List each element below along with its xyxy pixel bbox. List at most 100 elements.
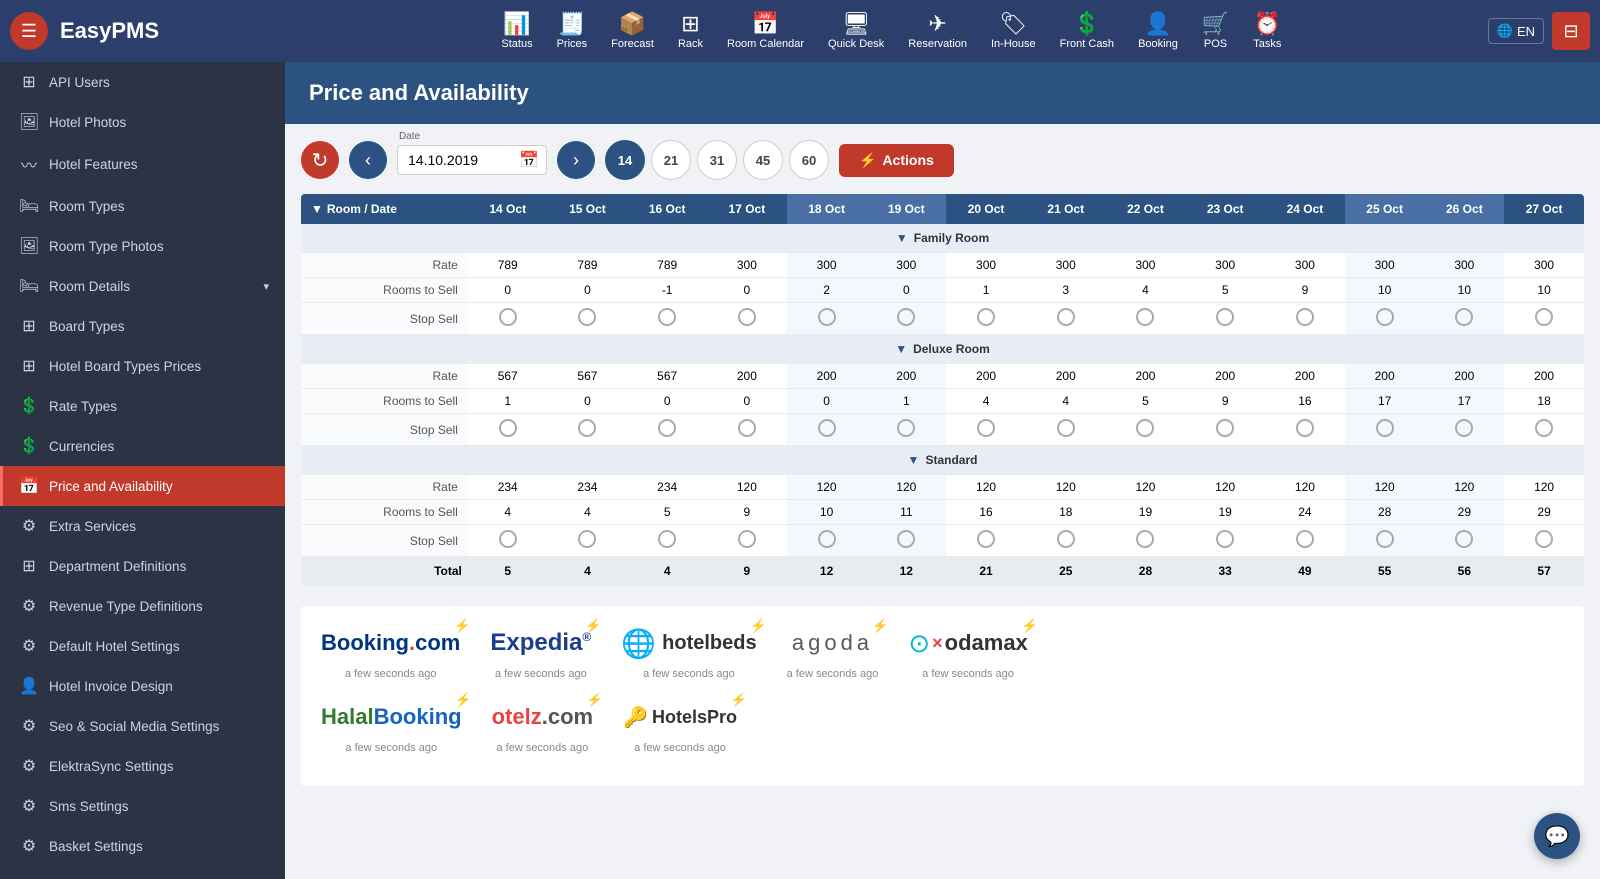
nav-item-pos[interactable]: 🛒POS: [1192, 9, 1239, 54]
nav-item-forecast[interactable]: 📦Forecast: [601, 9, 664, 54]
cell-0-2-11[interactable]: [1345, 303, 1425, 335]
stop-sell-checkbox-0-1[interactable]: [578, 308, 596, 326]
stop-sell-checkbox-2-6[interactable]: [977, 530, 995, 548]
sidebar-item-hotel_photos[interactable]: 🖼Hotel Photos: [0, 102, 285, 142]
sidebar-item-basket_settings[interactable]: ⚙Basket Settings: [0, 826, 285, 866]
cell-2-2-1[interactable]: [548, 525, 628, 557]
cell-1-2-7[interactable]: [1026, 414, 1106, 446]
stop-sell-checkbox-1-9[interactable]: [1216, 419, 1234, 437]
sidebar-item-department_definitions[interactable]: ⊞Department Definitions: [0, 546, 285, 586]
stop-sell-checkbox-1-13[interactable]: [1535, 419, 1553, 437]
sidebar-item-currencies[interactable]: 💲Currencies: [0, 426, 285, 466]
stop-sell-checkbox-0-6[interactable]: [977, 308, 995, 326]
stop-sell-checkbox-0-3[interactable]: [738, 308, 756, 326]
stop-sell-checkbox-2-8[interactable]: [1136, 530, 1154, 548]
stop-sell-checkbox-2-11[interactable]: [1376, 530, 1394, 548]
cell-1-2-12[interactable]: [1424, 414, 1504, 446]
nav-item-room_calendar[interactable]: 📅Room Calendar: [717, 9, 814, 54]
cell-1-2-13[interactable]: [1504, 414, 1584, 446]
stop-sell-checkbox-1-11[interactable]: [1376, 419, 1394, 437]
nav-item-booking[interactable]: 👤Booking: [1128, 9, 1188, 54]
stop-sell-checkbox-1-2[interactable]: [658, 419, 676, 437]
sidebar-item-room_type_photos[interactable]: 🖼Room Type Photos: [0, 226, 285, 266]
chat-bubble[interactable]: 💬: [1534, 813, 1580, 859]
stop-sell-checkbox-2-12[interactable]: [1455, 530, 1473, 548]
cell-0-2-2[interactable]: [627, 303, 707, 335]
language-button[interactable]: 🌐 EN: [1488, 18, 1544, 44]
stop-sell-checkbox-2-0[interactable]: [499, 530, 517, 548]
cell-0-2-7[interactable]: [1026, 303, 1106, 335]
sidebar-item-room_details[interactable]: 🛏Room Details▾: [0, 266, 285, 306]
cell-2-2-9[interactable]: [1185, 525, 1265, 557]
cell-2-2-11[interactable]: [1345, 525, 1425, 557]
nav-item-tasks[interactable]: ⏰Tasks: [1243, 9, 1291, 54]
stop-sell-checkbox-0-8[interactable]: [1136, 308, 1154, 326]
sidebar-item-rate_types[interactable]: 💲Rate Types: [0, 386, 285, 426]
next-date-button[interactable]: ›: [557, 141, 595, 179]
channel-odamax[interactable]: ⚡⊙×odamaxa few seconds ago: [908, 622, 1027, 680]
cell-2-2-8[interactable]: [1106, 525, 1186, 557]
day-btn-31[interactable]: 31: [697, 140, 737, 180]
sidebar-item-board_types[interactable]: ⊞Board Types: [0, 306, 285, 346]
cell-1-2-8[interactable]: [1106, 414, 1186, 446]
nav-item-prices[interactable]: 🧾Prices: [547, 9, 598, 54]
day-btn-14[interactable]: 14: [605, 140, 645, 180]
stop-sell-checkbox-0-13[interactable]: [1535, 308, 1553, 326]
group-toggle-2[interactable]: ▼: [908, 453, 920, 467]
stop-sell-checkbox-1-7[interactable]: [1057, 419, 1075, 437]
stop-sell-checkbox-2-1[interactable]: [578, 530, 596, 548]
hamburger-button[interactable]: ☰: [10, 12, 48, 50]
cell-0-2-5[interactable]: [866, 303, 946, 335]
stop-sell-checkbox-2-2[interactable]: [658, 530, 676, 548]
actions-button[interactable]: ⚡ Actions: [839, 144, 954, 177]
stop-sell-checkbox-1-0[interactable]: [499, 419, 517, 437]
stop-sell-checkbox-0-7[interactable]: [1057, 308, 1075, 326]
sidebar-item-sms_settings[interactable]: ⚙Sms Settings: [0, 786, 285, 826]
cell-2-2-0[interactable]: [468, 525, 548, 557]
stop-sell-checkbox-0-2[interactable]: [658, 308, 676, 326]
stop-sell-checkbox-1-10[interactable]: [1296, 419, 1314, 437]
stop-sell-checkbox-2-9[interactable]: [1216, 530, 1234, 548]
nav-item-inhouse[interactable]: 🏷In-House: [981, 9, 1046, 54]
cell-2-2-13[interactable]: [1504, 525, 1584, 557]
sidebar-item-revenue_type_definitions[interactable]: ⚙Revenue Type Definitions: [0, 586, 285, 626]
cell-1-2-3[interactable]: [707, 414, 787, 446]
cell-2-2-12[interactable]: [1424, 525, 1504, 557]
cell-1-2-1[interactable]: [548, 414, 628, 446]
cell-0-2-12[interactable]: [1424, 303, 1504, 335]
prev-date-button[interactable]: ‹: [349, 141, 387, 179]
cell-0-2-1[interactable]: [548, 303, 628, 335]
cell-1-2-0[interactable]: [468, 414, 548, 446]
sidebar-item-extra_services[interactable]: ⚙Extra Services: [0, 506, 285, 546]
stop-sell-checkbox-0-10[interactable]: [1296, 308, 1314, 326]
cell-0-2-8[interactable]: [1106, 303, 1186, 335]
group-toggle-1[interactable]: ▼: [895, 342, 907, 356]
stop-sell-checkbox-0-4[interactable]: [818, 308, 836, 326]
channel-halalbooking[interactable]: ⚡HalalBookinga few seconds ago: [321, 696, 462, 754]
stop-sell-checkbox-2-5[interactable]: [897, 530, 915, 548]
stop-sell-checkbox-0-11[interactable]: [1376, 308, 1394, 326]
sidebar-item-hotel_features[interactable]: 〰Hotel Features: [0, 142, 285, 186]
cell-2-2-10[interactable]: [1265, 525, 1345, 557]
cell-1-2-10[interactable]: [1265, 414, 1345, 446]
channel-hotelspro[interactable]: ⚡🔑HotelsProa few seconds ago: [623, 696, 737, 754]
stop-sell-checkbox-0-12[interactable]: [1455, 308, 1473, 326]
stop-sell-checkbox-1-4[interactable]: [818, 419, 836, 437]
room-filter-icon[interactable]: ▼: [311, 202, 323, 216]
nav-item-rack[interactable]: ⊞Rack: [668, 9, 713, 54]
day-btn-45[interactable]: 45: [743, 140, 783, 180]
cell-0-2-3[interactable]: [707, 303, 787, 335]
channel-agoda[interactable]: ⚡agodaa few seconds ago: [787, 622, 879, 680]
cell-2-2-7[interactable]: [1026, 525, 1106, 557]
nav-item-reservation[interactable]: ✈Reservation: [898, 9, 977, 54]
nav-item-status[interactable]: 📊Status: [491, 9, 542, 54]
sidebar-item-room_types[interactable]: 🛏Room Types: [0, 186, 285, 226]
sidebar-item-seo_social_media[interactable]: ⚙Seo & Social Media Settings: [0, 706, 285, 746]
sidebar-item-hotel_invoice_design[interactable]: 👤Hotel Invoice Design: [0, 666, 285, 706]
nav-item-front_cash[interactable]: 💲Front Cash: [1050, 9, 1124, 54]
sidebar-item-default_hotel_settings[interactable]: ⚙Default Hotel Settings: [0, 626, 285, 666]
cell-1-2-2[interactable]: [627, 414, 707, 446]
cell-0-2-0[interactable]: [468, 303, 548, 335]
user-icon-button[interactable]: ⊟: [1552, 12, 1590, 50]
stop-sell-checkbox-0-5[interactable]: [897, 308, 915, 326]
